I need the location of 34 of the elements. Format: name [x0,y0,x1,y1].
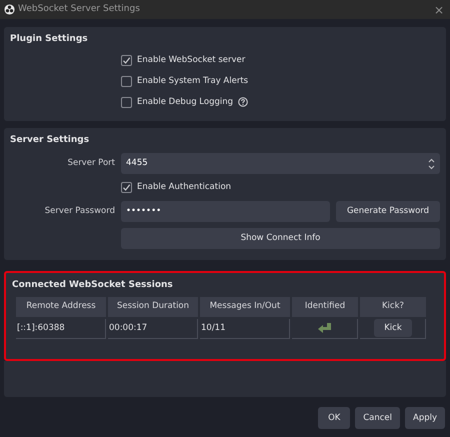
dialog-button[interactable]: Apply [405,407,445,429]
spin-arrows-icon[interactable] [428,158,435,170]
password-field[interactable]: ••••••• [121,201,330,222]
checkbox-label[interactable]: Enable WebSocket server [137,54,246,66]
field-label: Server Password [44,205,115,218]
dialog-button[interactable]: OK [318,407,350,429]
app-logo-icon [4,4,15,15]
table-cell: 10/11 [200,318,290,338]
kick-button[interactable]: Kick [374,319,412,337]
checkbox[interactable] [121,54,132,66]
close-button[interactable]: × [432,4,446,16]
help-icon[interactable] [238,97,248,107]
section-title: Server Settings [10,134,90,146]
section-title: Plugin Settings [10,33,89,46]
table-cell: [::1]:60388 [16,318,106,338]
checkbox-label[interactable]: Enable Authentication [137,181,232,194]
generate-password-button[interactable]: Generate Password [336,201,440,222]
dialog-button[interactable]: Cancel [355,407,400,429]
checkbox[interactable] [121,76,132,86]
table-cell: 00:00:17 [108,318,198,338]
show-connect-info-button[interactable]: Show Connect Info [121,228,440,249]
checkbox-label[interactable]: Enable System Tray Alerts [137,74,248,88]
column-header[interactable]: Kick? [360,296,426,316]
window-title: WebSocket Server Settings [18,2,140,16]
column-header[interactable]: Identified [292,296,358,316]
checkbox[interactable] [121,182,132,193]
checkbox-label[interactable]: Enable Debug Logging [137,96,234,108]
field-label: Server Port [66,157,115,170]
column-header[interactable]: Messages In/Out [200,296,290,316]
checkbox[interactable] [121,96,132,108]
column-header[interactable]: Session Duration [108,296,198,316]
port-spinbox[interactable]: 4455 [121,153,440,174]
column-header[interactable]: Remote Address [16,296,106,316]
section-title: Connected WebSocket Sessions [12,279,174,292]
